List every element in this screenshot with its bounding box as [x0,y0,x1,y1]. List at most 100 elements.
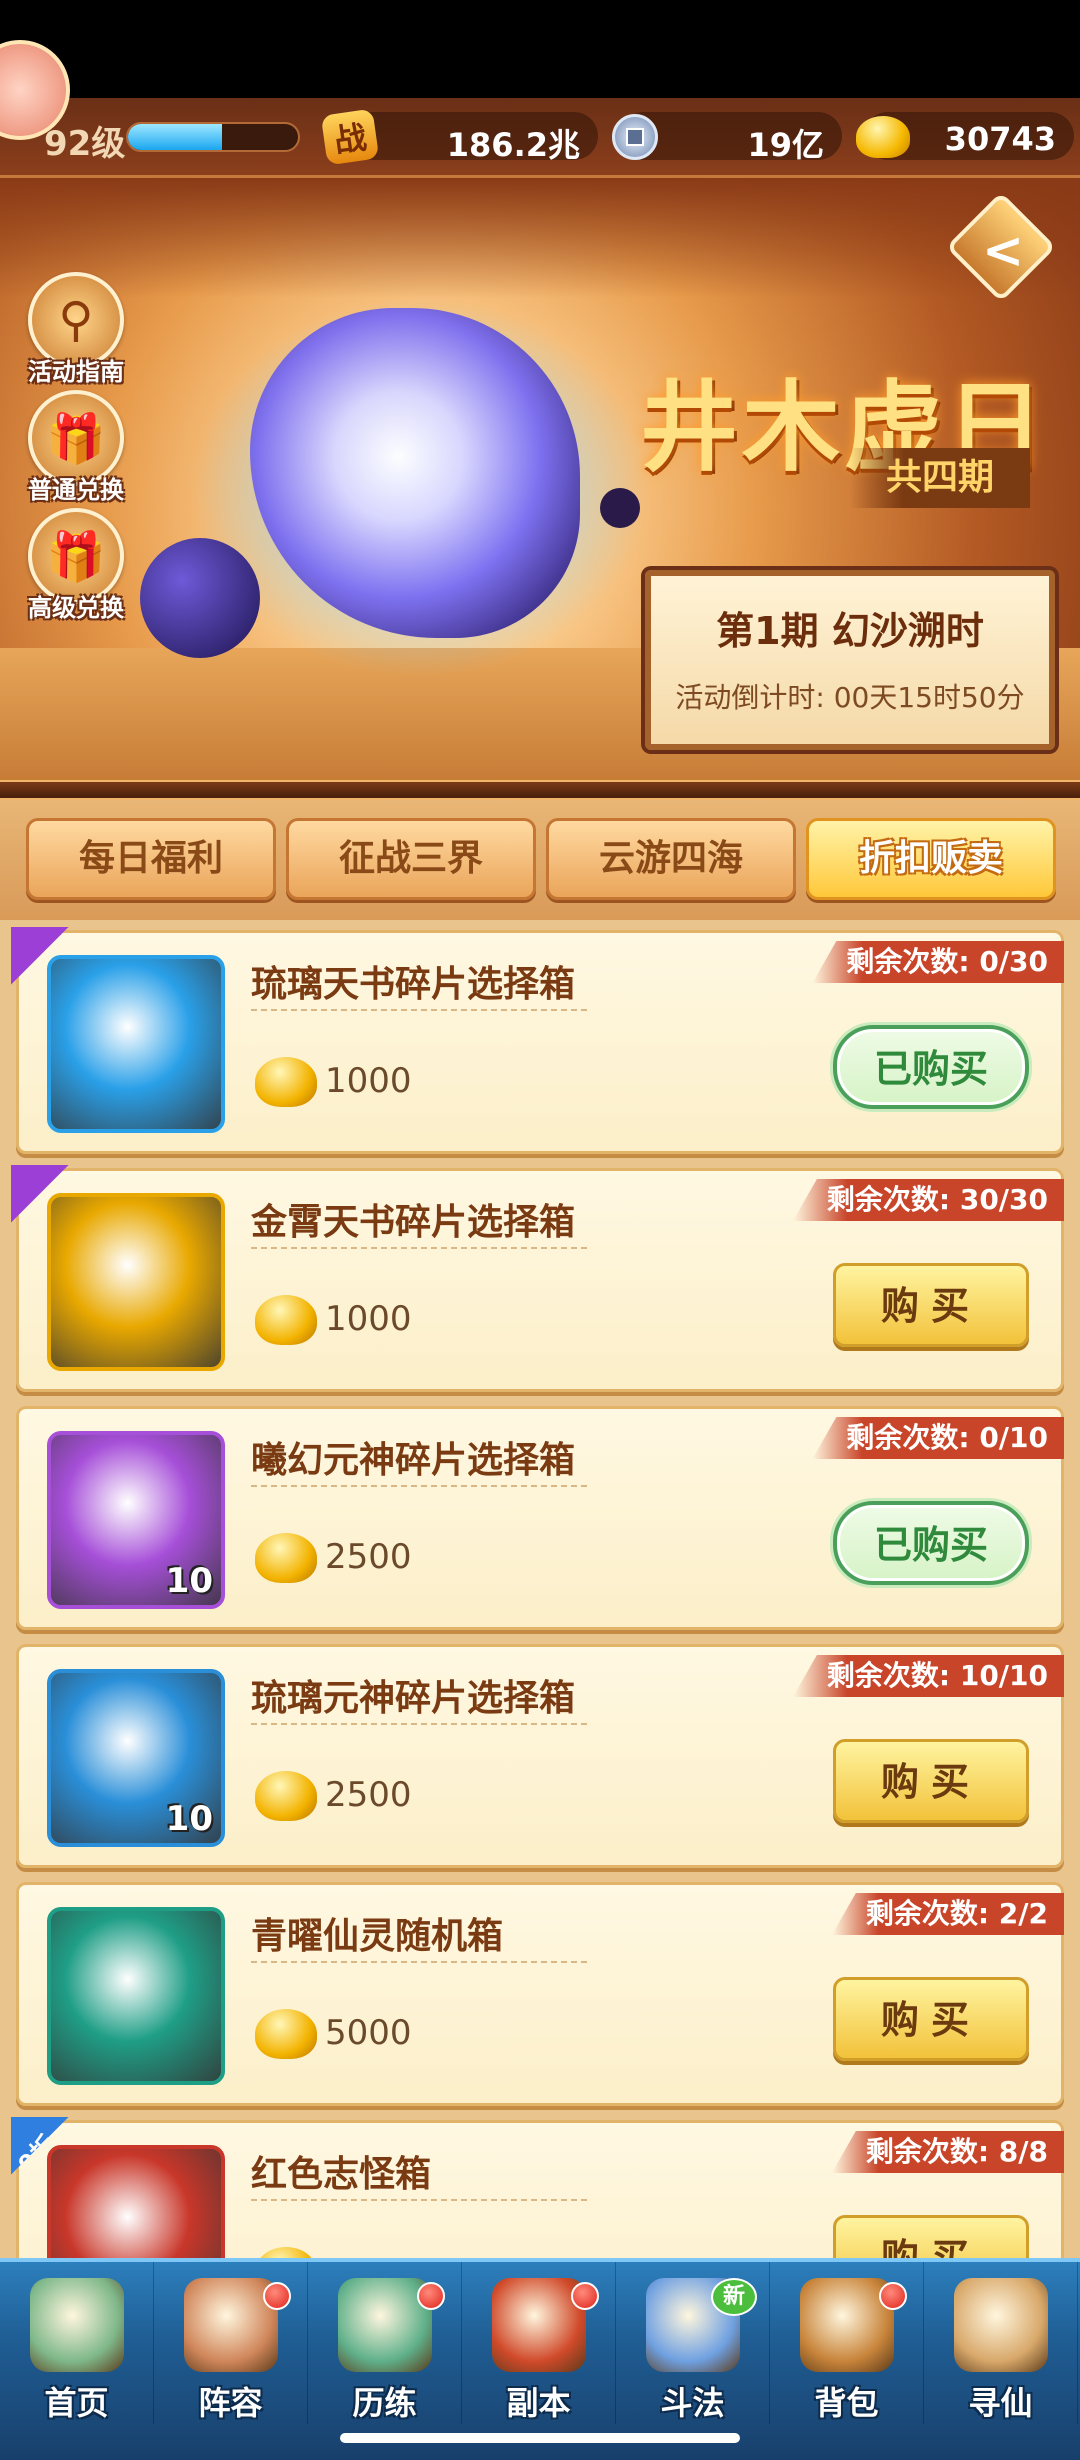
level-progress-bar [126,122,300,152]
bottom-nav: 首页 阵容 历练 副本 斗法 新背包 寻仙 [0,2258,1080,2460]
side-button-advanced-exchange[interactable]: 🎁 高级兑换 [16,508,136,623]
nav-item[interactable]: 首页 [0,2262,154,2424]
item-list[interactable]: 6.8折琉璃天书碎片选择箱1000剩余次数: 0/30已购买6.8折金霄天书碎片… [0,920,1080,2260]
side-button-normal-exchange[interactable]: 🎁 普通兑换 [16,390,136,505]
item-name: 琉璃元神碎片选择箱 [251,1678,576,1719]
item-price: 1000 [325,1299,412,1339]
battle-power-icon: 战 [320,108,380,166]
name-divider [251,1723,591,1725]
gold-ingot-icon [255,1057,317,1107]
side-button-guide[interactable]: ⚲ 活动指南 [16,272,136,387]
item-box-icon[interactable] [47,1193,225,1371]
gold-ingot-icon [255,2009,317,2059]
ornament-divider [0,780,1080,800]
item-count: 10 [165,1561,213,1601]
event-art-orb [140,538,260,658]
nav-item[interactable]: 斗法 新 [616,2262,770,2424]
item-price: 1000 [325,1061,412,1101]
item-box-icon[interactable] [47,955,225,1133]
app-screen: 92级 186.2兆 战 19亿 30743 井木虚日 共四期 第1期 幻沙溯时… [0,0,1080,2460]
side-button-label: 高级兑换 [28,594,124,622]
gold-value: 30743 [944,120,1056,158]
name-divider [251,1009,591,1011]
home-indicator[interactable] [340,2433,740,2443]
item-price: 5000 [325,2013,412,2053]
notification-dot [879,2282,907,2310]
nav-label: 阵容 [198,2384,263,2422]
side-button-label: 活动指南 [28,358,124,386]
list-item: 青曜仙灵随机箱 5000 剩余次数: 2/2 购买 [16,1882,1064,2106]
item-box-icon[interactable]: 10 [47,1431,225,1609]
gold-ingot-icon [856,116,910,158]
item-box-icon[interactable]: 10 [47,1669,225,1847]
item-box-icon[interactable] [47,2145,225,2260]
nav-item[interactable]: 背包 [770,2262,924,2424]
item-name: 金霄天书碎片选择箱 [251,1202,576,1243]
silver-coin-icon [612,114,658,160]
gold-ingot-icon [255,1295,317,1345]
name-divider [251,2199,591,2201]
name-divider [251,1485,591,1487]
nav-label: 历练 [352,2384,417,2422]
nav-label: 副本 [506,2384,571,2422]
name-divider [251,1247,591,1249]
remaining-count-tag: 剩余次数: 30/30 [792,1179,1064,1221]
nav-item[interactable]: 历练 [308,2262,462,2424]
gold-ingot-icon [255,1533,317,1583]
back-arrow-icon: < [982,221,1025,280]
tab-discount-sale[interactable]: 折扣贩卖 [806,818,1056,900]
remaining-count-tag: 剩余次数: 2/2 [831,1893,1064,1935]
decor-orb [600,488,640,528]
notification-dot [263,2282,291,2310]
tab-bar: 每日福利 征战三界 云游四海 折扣贩卖 [0,800,1080,920]
item-count: 10 [165,1799,213,1839]
item-name: 青曜仙灵随机箱 [251,1916,504,1957]
tab-daily-welfare[interactable]: 每日福利 [26,818,276,900]
item-name: 琉璃天书碎片选择箱 [251,964,576,1005]
nav-label: 背包 [814,2384,879,2422]
nav-label: 首页 [44,2384,109,2422]
remaining-count-tag: 剩余次数: 0/30 [812,941,1064,983]
nav-label: 斗法 [660,2384,725,2422]
name-divider [251,1961,591,1963]
new-badge: 新 [711,2278,757,2316]
period-name: 第1期 幻沙溯时 [716,609,984,653]
remaining-count-tag: 剩余次数: 8/8 [831,2131,1064,2173]
nav-item[interactable]: 寻仙 [924,2262,1078,2424]
buy-button[interactable]: 购买 [833,1263,1029,1347]
power-value: 186.2兆 [446,126,580,164]
list-item: 6.8折琉璃天书碎片选择箱1000剩余次数: 0/30已购买 [11,927,1064,1154]
list-item: 10 琉璃元神碎片选择箱 2500 剩余次数: 10/10 购买 [16,1644,1064,1868]
resource-bar: 92级 186.2兆 战 19亿 30743 [0,98,1080,178]
nav-label: 寻仙 [968,2384,1033,2422]
system-status-area [0,0,1080,98]
item-price: 2500 [325,1775,412,1815]
event-subtitle: 共四期 [850,448,1030,508]
event-banner: 井木虚日 共四期 第1期 幻沙溯时 活动倒计时: 00天15时50分 [0,178,1080,788]
list-item: 6.8折金霄天书碎片选择箱1000剩余次数: 30/30购买 [11,1165,1064,1392]
list-item: 9折 红色志怪箱 剩余次数: 8/8 购买 [11,2117,1064,2260]
tab-travel[interactable]: 云游四海 [546,818,796,900]
silver-value: 19亿 [747,126,824,164]
nav-item[interactable]: 阵容 [154,2262,308,2424]
notification-dot [417,2282,445,2310]
side-button-label: 普通兑换 [28,476,124,504]
buy-button[interactable]: 购买 [833,1977,1029,2061]
purchased-button[interactable]: 已购买 [833,1025,1029,1109]
item-box-icon[interactable] [47,1907,225,2085]
tab-conquest[interactable]: 征战三界 [286,818,536,900]
remaining-count-tag: 剩余次数: 10/10 [792,1655,1064,1697]
item-name: 曦幻元神碎片选择箱 [251,1440,576,1481]
list-item: 10 曦幻元神碎片选择箱 2500 剩余次数: 0/10 已购买 [16,1406,1064,1630]
nav-icon [30,2278,124,2372]
buy-button[interactable]: 购买 [833,2215,1029,2260]
nav-item[interactable]: 副本 [462,2262,616,2424]
remaining-count-tag: 剩余次数: 0/10 [812,1417,1064,1459]
buy-button[interactable]: 购买 [833,1739,1029,1823]
gold-ingot-icon [255,1771,317,1821]
purchased-button[interactable]: 已购买 [833,1501,1029,1585]
item-price: 2500 [325,1537,412,1577]
nav-icon [954,2278,1048,2372]
period-scroll: 第1期 幻沙溯时 活动倒计时: 00天15时50分 [645,570,1055,750]
item-name: 红色志怪箱 [251,2154,432,2195]
